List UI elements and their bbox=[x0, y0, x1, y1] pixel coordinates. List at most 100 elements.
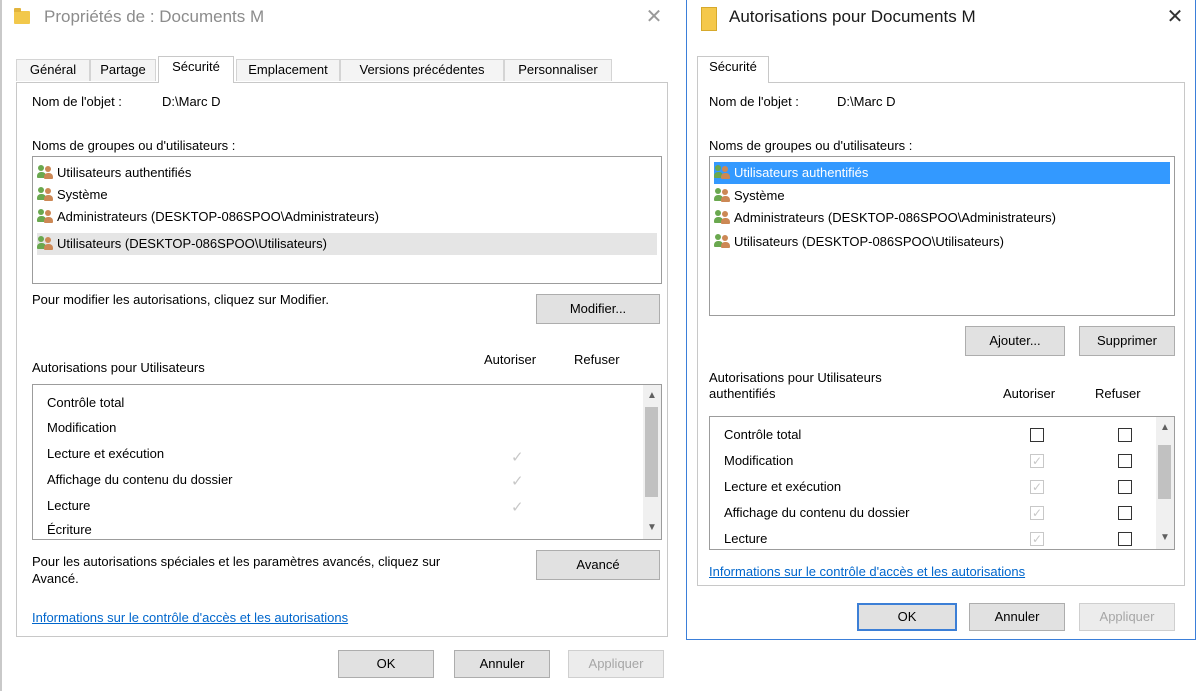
permissions-title: Autorisations pour Utilisateurs bbox=[32, 360, 205, 375]
advanced-button[interactable]: Avancé bbox=[536, 550, 660, 580]
permission-row: Modification bbox=[724, 453, 794, 468]
deny-checkbox[interactable] bbox=[1118, 506, 1132, 520]
permission-row: Lecture et exécution bbox=[724, 479, 842, 494]
folder-icon bbox=[701, 7, 717, 31]
scroll-up-icon[interactable]: ▲ bbox=[643, 387, 661, 405]
tab-previous-versions[interactable]: Versions précédentes bbox=[340, 59, 504, 81]
list-item[interactable]: Système bbox=[37, 184, 657, 206]
scroll-thumb[interactable] bbox=[1158, 445, 1171, 499]
modify-button[interactable]: Modifier... bbox=[536, 294, 660, 324]
check-icon: ✓ bbox=[1032, 532, 1043, 546]
permissions-title: Autorisations pour Utilisateurs bbox=[709, 370, 882, 385]
access-control-info-link[interactable]: Informations sur le contrôle d'accès et … bbox=[32, 610, 348, 625]
apply-button[interactable]: Appliquer bbox=[568, 650, 664, 678]
allow-check-icon: ✓ bbox=[511, 499, 524, 516]
title-bar[interactable]: Propriétés de : Documents M ✕ bbox=[2, 0, 678, 34]
window-title: Propriétés de : Documents M bbox=[44, 7, 265, 26]
tab-security[interactable]: Sécurité bbox=[697, 56, 769, 83]
allow-column-header: Autoriser bbox=[1003, 386, 1056, 401]
tab-customize[interactable]: Personnaliser bbox=[504, 59, 612, 81]
user-group-icon bbox=[714, 210, 732, 224]
user-group-icon bbox=[714, 165, 732, 179]
permissions-dialog: Autorisations pour Documents M ✕ Sécurit… bbox=[686, 0, 1196, 640]
access-control-info-link[interactable]: Informations sur le contrôle d'accès et … bbox=[709, 564, 1025, 579]
scroll-up-icon[interactable]: ▲ bbox=[1156, 419, 1174, 437]
permissions-title-2: authentifiés bbox=[709, 386, 776, 401]
add-button[interactable]: Ajouter... bbox=[965, 326, 1065, 356]
allow-checkbox[interactable]: ✓ bbox=[1030, 480, 1044, 494]
close-button[interactable]: ✕ bbox=[634, 2, 674, 32]
scroll-thumb[interactable] bbox=[645, 407, 658, 497]
permissions-scrollbar[interactable]: ▲ ▼ bbox=[643, 385, 661, 539]
object-name-label: Nom de l'objet : bbox=[32, 94, 122, 109]
advanced-hint: Pour les autorisations spéciales et les … bbox=[32, 554, 441, 569]
permissions-list[interactable]: Contrôle total Modification Lecture et e… bbox=[32, 384, 662, 540]
allow-checkbox[interactable] bbox=[1030, 428, 1044, 442]
groups-listbox[interactable]: Utilisateurs authentifiés Système Admini… bbox=[32, 156, 662, 284]
object-name-label: Nom de l'objet : bbox=[709, 94, 799, 109]
object-name-value: D:\Marc D bbox=[837, 94, 896, 109]
groups-label: Noms de groupes ou d'utilisateurs : bbox=[709, 138, 913, 153]
user-group-icon bbox=[37, 187, 55, 201]
permissions-scrollbar[interactable]: ▲ ▼ bbox=[1156, 417, 1174, 549]
permission-row: Contrôle total bbox=[47, 395, 125, 410]
modify-hint: Pour modifier les autorisations, cliquez… bbox=[32, 292, 329, 307]
user-group-icon bbox=[37, 236, 55, 250]
deny-checkbox[interactable] bbox=[1118, 480, 1132, 494]
scroll-down-icon[interactable]: ▼ bbox=[643, 519, 661, 537]
tab-sharing[interactable]: Partage bbox=[90, 59, 156, 81]
deny-column-header: Refuser bbox=[574, 352, 620, 367]
deny-checkbox[interactable] bbox=[1118, 532, 1132, 546]
groups-label: Noms de groupes ou d'utilisateurs : bbox=[32, 138, 236, 153]
groups-listbox[interactable]: Utilisateurs authentifiés Système Admini… bbox=[709, 156, 1175, 316]
user-group-icon bbox=[714, 234, 732, 248]
allow-check-icon: ✓ bbox=[511, 473, 524, 490]
check-icon: ✓ bbox=[1032, 506, 1043, 520]
ok-button[interactable]: OK bbox=[857, 603, 957, 631]
list-item[interactable]: Utilisateurs authentifiés bbox=[714, 162, 1170, 184]
allow-check-icon: ✓ bbox=[511, 449, 524, 466]
object-name-value: D:\Marc D bbox=[162, 94, 221, 109]
apply-button[interactable]: Appliquer bbox=[1079, 603, 1175, 631]
permission-row: Modification bbox=[47, 420, 117, 435]
permission-row: Affichage du contenu du dossier bbox=[47, 472, 233, 487]
deny-checkbox[interactable] bbox=[1118, 428, 1132, 442]
user-group-icon bbox=[37, 165, 55, 179]
ok-button[interactable]: OK bbox=[338, 650, 434, 678]
list-item[interactable]: Utilisateurs (DESKTOP-086SPOO\Utilisateu… bbox=[37, 233, 657, 255]
cancel-button[interactable]: Annuler bbox=[454, 650, 550, 678]
allow-checkbox[interactable]: ✓ bbox=[1030, 454, 1044, 468]
remove-button[interactable]: Supprimer bbox=[1079, 326, 1175, 356]
list-item[interactable]: Administrateurs (DESKTOP-086SPOO\Adminis… bbox=[714, 207, 1170, 229]
list-item[interactable]: Utilisateurs (DESKTOP-086SPOO\Utilisateu… bbox=[714, 231, 1170, 253]
advanced-hint-2: Avancé. bbox=[32, 571, 79, 586]
tab-security[interactable]: Sécurité bbox=[158, 56, 234, 83]
cancel-button[interactable]: Annuler bbox=[969, 603, 1065, 631]
title-bar[interactable]: Autorisations pour Documents M ✕ bbox=[687, 0, 1195, 34]
permission-row: Écriture bbox=[47, 522, 92, 537]
permission-row: Lecture bbox=[724, 531, 768, 546]
list-item[interactable]: Administrateurs (DESKTOP-086SPOO\Adminis… bbox=[37, 206, 657, 228]
deny-checkbox[interactable] bbox=[1118, 454, 1132, 468]
permission-row: Lecture et exécution bbox=[47, 446, 165, 461]
permission-row: Affichage du contenu du dossier bbox=[724, 505, 910, 520]
close-button[interactable]: ✕ bbox=[1155, 2, 1195, 32]
list-item[interactable]: Utilisateurs authentifiés bbox=[37, 162, 657, 184]
allow-column-header: Autoriser bbox=[484, 352, 537, 367]
check-icon: ✓ bbox=[1032, 454, 1043, 468]
deny-column-header: Refuser bbox=[1095, 386, 1141, 401]
check-icon: ✓ bbox=[1032, 480, 1043, 494]
permission-row: Lecture bbox=[47, 498, 91, 513]
allow-checkbox[interactable]: ✓ bbox=[1030, 532, 1044, 546]
properties-dialog: Propriétés de : Documents M ✕ Général Pa… bbox=[0, 0, 678, 691]
scroll-down-icon[interactable]: ▼ bbox=[1156, 529, 1174, 547]
user-group-icon bbox=[714, 188, 732, 202]
window-title: Autorisations pour Documents M bbox=[729, 7, 976, 26]
allow-checkbox[interactable]: ✓ bbox=[1030, 506, 1044, 520]
tab-location[interactable]: Emplacement bbox=[236, 59, 340, 81]
folder-properties-icon bbox=[14, 8, 30, 24]
permissions-list[interactable]: Contrôle total Modification Lecture et e… bbox=[709, 416, 1175, 550]
list-item[interactable]: Système bbox=[714, 185, 1170, 207]
tab-general[interactable]: Général bbox=[16, 59, 90, 81]
permission-row: Contrôle total bbox=[724, 427, 802, 442]
